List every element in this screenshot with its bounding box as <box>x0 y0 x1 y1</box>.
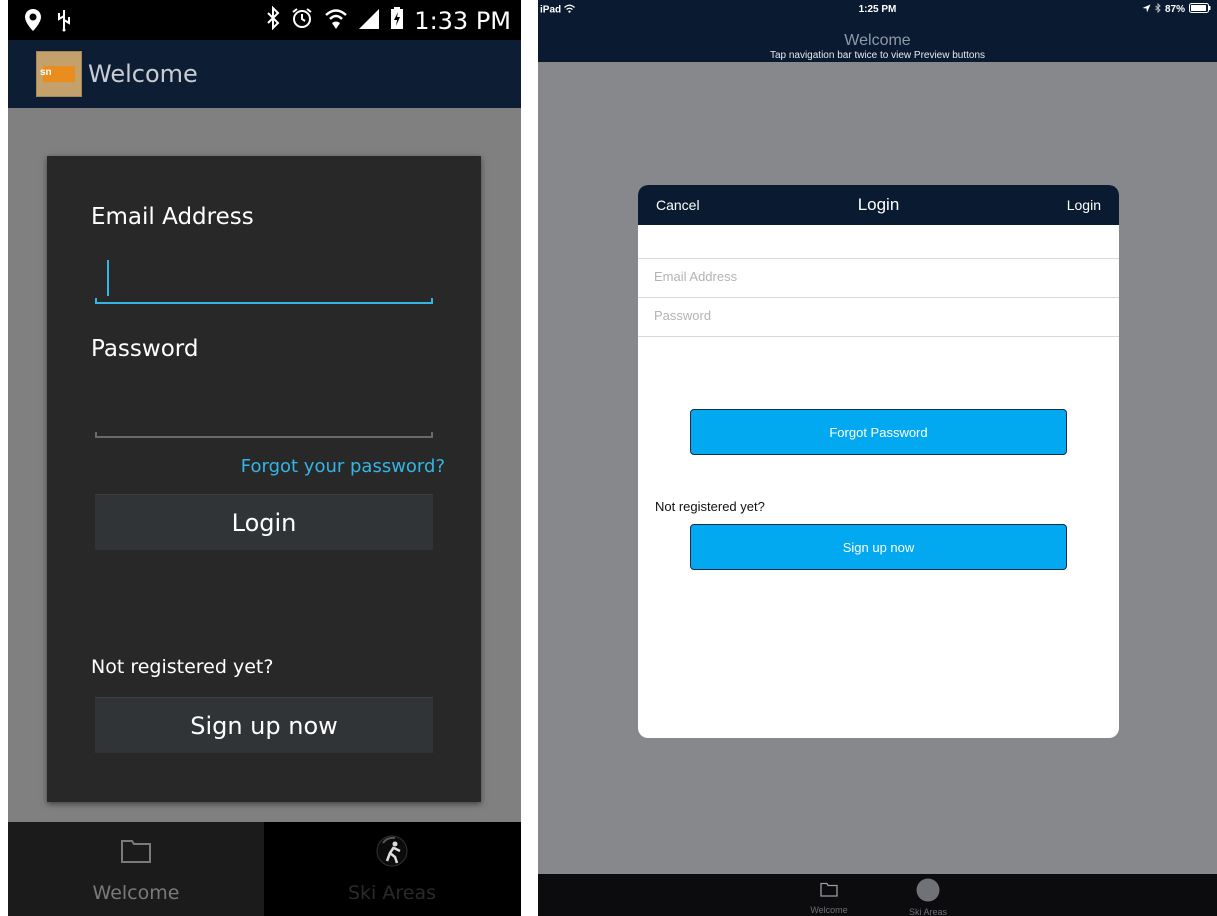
battery-percent: 87% <box>1164 4 1185 15</box>
text-caret <box>107 260 109 296</box>
tab-welcome-label: Welcome <box>810 905 848 915</box>
app-logo-text: sn <box>40 67 52 78</box>
status-time: 1:25 PM <box>858 4 897 15</box>
forgot-password-button[interactable]: Forgot Password <box>690 409 1067 455</box>
ipad-status-bar: iPad 1:25 PM 87% <box>538 0 1217 20</box>
email-field[interactable] <box>95 260 433 304</box>
alarm-icon <box>290 6 314 35</box>
tab-welcome-label: Welcome <box>92 882 180 904</box>
ipad-tab-bar: Welcome Ski Areas <box>538 874 1217 916</box>
login-button[interactable]: Login <box>95 494 433 550</box>
login-sheet-header: Cancel Login Login <box>638 185 1119 225</box>
location-icon <box>24 8 42 37</box>
login-button[interactable]: Login <box>1067 197 1101 213</box>
circle-icon <box>916 878 940 907</box>
usb-icon <box>56 8 72 37</box>
battery-icon <box>1189 3 1211 16</box>
nav-subtitle: Tap navigation bar twice to view Preview… <box>769 50 986 61</box>
location-arrow-icon <box>1142 4 1151 16</box>
signup-button[interactable]: Sign up now <box>95 697 433 753</box>
login-dialog: Email Address Password Forgot your passw… <box>47 156 481 802</box>
tab-welcome[interactable]: Welcome <box>8 822 264 916</box>
android-screen: 1:33 PM sn Welcome Email Address Passwor… <box>8 0 521 916</box>
app-title: Welcome <box>88 60 198 88</box>
tab-welcome[interactable]: Welcome <box>806 874 852 916</box>
password-label: Password <box>91 336 199 362</box>
nav-title: Welcome <box>844 32 911 49</box>
login-sheet: Cancel Login Login Forgot Password Not r… <box>638 185 1119 738</box>
password-field[interactable] <box>654 308 1094 323</box>
bluetooth-icon <box>1155 2 1161 16</box>
not-registered-text: Not registered yet? <box>91 656 274 678</box>
ipad-nav-bar[interactable]: Welcome Tap navigation bar twice to view… <box>538 20 1217 62</box>
status-time: 1:33 PM <box>414 6 511 35</box>
android-app-bar: sn Welcome <box>8 40 521 108</box>
login-sheet-title: Login <box>857 195 900 214</box>
forgot-password-link[interactable]: Forgot your password? <box>241 456 445 477</box>
password-row <box>638 298 1119 337</box>
bluetooth-icon <box>266 5 280 35</box>
signup-button[interactable]: Sign up now <box>690 524 1067 570</box>
email-field[interactable] <box>654 269 1094 284</box>
signal-icon <box>358 6 380 35</box>
tab-ski-areas[interactable]: Ski Areas <box>264 822 520 916</box>
android-tab-bar: Welcome Ski Areas <box>8 822 521 916</box>
tab-ski-areas-label: Ski Areas <box>347 882 436 904</box>
skier-icon <box>375 833 409 874</box>
not-registered-text: Not registered yet? <box>655 499 765 514</box>
tab-ski-areas-label: Ski Areas <box>908 907 948 916</box>
wifi-icon <box>324 6 348 35</box>
folder-icon <box>120 838 152 869</box>
folder-icon <box>820 882 838 902</box>
email-label: Email Address <box>91 204 254 230</box>
tab-ski-areas[interactable]: Ski Areas <box>898 874 958 916</box>
email-row <box>638 259 1119 298</box>
android-status-bar: 1:33 PM <box>8 0 521 40</box>
app-logo: sn <box>36 51 82 97</box>
battery-icon <box>390 6 404 35</box>
sheet-spacer-row <box>638 225 1119 259</box>
ipad-screen: iPad 1:25 PM 87% Welcome Tap navigation … <box>538 0 1217 916</box>
password-field[interactable] <box>95 398 433 438</box>
